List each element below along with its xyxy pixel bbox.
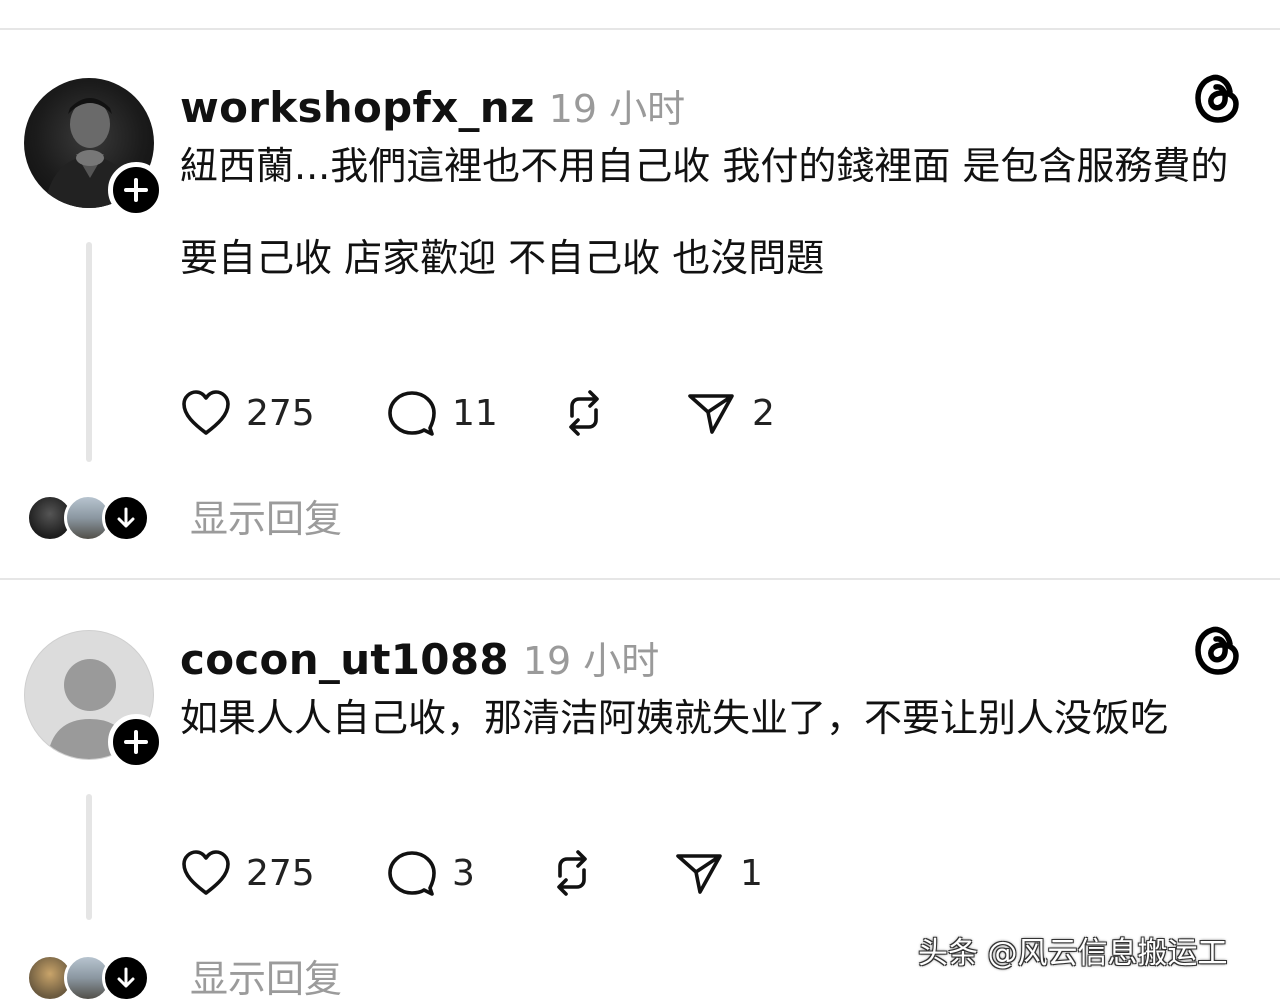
reply-expand-button[interactable] <box>102 494 150 542</box>
follow-button[interactable] <box>108 714 164 770</box>
timestamp: 19 小时 <box>548 87 686 131</box>
arrow-down-icon <box>117 507 135 528</box>
post-workshopfx: workshopfx_nz 19 小时 紐西蘭...我們這裡也不用自己收 我付的… <box>0 74 1280 558</box>
thread-line <box>86 242 92 462</box>
post-text: 如果人人自己收，那清洁阿姨就失业了，不要让别人没饭吃 <box>180 686 1240 750</box>
like-count: 275 <box>246 392 315 434</box>
send-icon <box>676 854 722 894</box>
post-header: workshopfx_nz 19 小时 <box>180 78 685 132</box>
repost-button[interactable] <box>546 848 598 898</box>
username[interactable]: workshopfx_nz <box>180 83 535 132</box>
plus-icon <box>124 730 148 754</box>
like-button[interactable]: 275 <box>180 848 315 898</box>
post-text-paragraph: 要自己收 店家歡迎 不自己收 也沒問題 <box>180 236 825 280</box>
post-text-paragraph: 紐西蘭...我們這裡也不用自己收 我付的錢裡面 是包含服務費的 <box>180 144 1229 188</box>
watermark: 头条 @风云信息搬运工 <box>918 936 1228 971</box>
send-icon <box>688 394 734 434</box>
reply-expand-button[interactable] <box>102 954 150 1002</box>
username[interactable]: cocon_ut1088 <box>180 635 509 684</box>
repost-button[interactable] <box>558 388 610 438</box>
share-button[interactable]: 2 <box>686 388 775 438</box>
repost-icon <box>557 850 587 896</box>
comment-icon <box>388 391 436 436</box>
heart-icon <box>182 850 230 895</box>
follow-button[interactable] <box>108 162 164 218</box>
show-replies-link[interactable]: 显示回复 <box>190 488 342 543</box>
repost-icon <box>569 390 599 436</box>
arrow-down-icon <box>117 967 135 988</box>
comment-count: 11 <box>452 392 498 434</box>
heart-icon <box>182 390 230 435</box>
comment-button[interactable]: 11 <box>386 388 498 438</box>
post-divider <box>0 578 1280 580</box>
top-divider <box>0 28 1280 30</box>
avatar-container[interactable] <box>24 78 164 218</box>
comment-count: 3 <box>452 852 475 894</box>
threads-logo-icon[interactable] <box>1192 70 1242 126</box>
plus-icon <box>124 178 148 202</box>
show-replies-link[interactable]: 显示回复 <box>190 948 342 1003</box>
post-header: cocon_ut1088 19 小时 <box>180 630 659 684</box>
timestamp: 19 小时 <box>522 639 660 683</box>
post-text: 紐西蘭...我們這裡也不用自己收 我付的錢裡面 是包含服務費的 要自己收 店家歡… <box>180 134 1240 290</box>
share-button[interactable]: 1 <box>674 848 763 898</box>
comment-icon <box>388 851 436 896</box>
like-count: 275 <box>246 852 315 894</box>
thread-line <box>86 794 92 920</box>
like-button[interactable]: 275 <box>180 388 315 438</box>
post-text-paragraph: 如果人人自己收，那清洁阿姨就失业了，不要让别人没饭吃 <box>180 696 1169 740</box>
share-count: 2 <box>752 392 775 434</box>
comment-button[interactable]: 3 <box>386 848 475 898</box>
share-count: 1 <box>740 852 763 894</box>
avatar-container[interactable] <box>24 630 164 770</box>
threads-logo-icon[interactable] <box>1192 622 1242 678</box>
